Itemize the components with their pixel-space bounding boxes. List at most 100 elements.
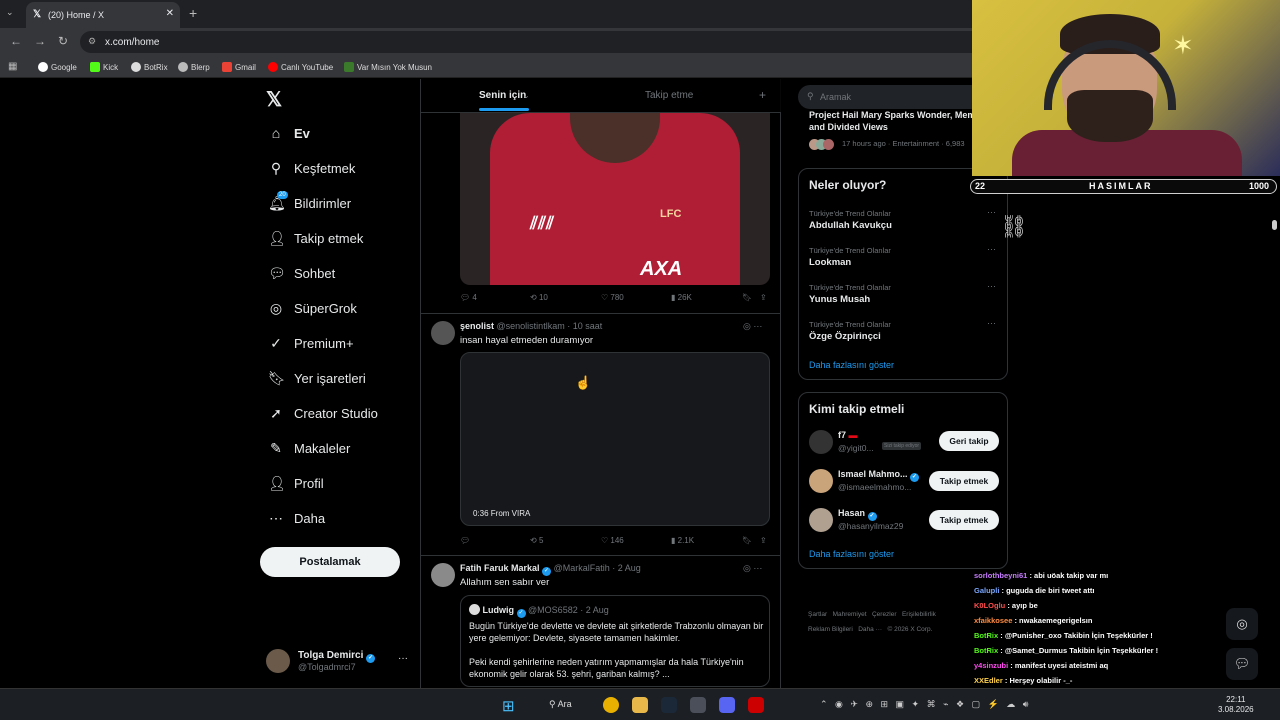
nav-bookmarks[interactable]: 🔖︎ Yer işaretleri (268, 370, 366, 396)
forward-icon[interactable]: → (34, 34, 46, 48)
more-icon[interactable]: ··· (398, 653, 408, 664)
footer-link[interactable]: Daha ··· (858, 626, 882, 633)
media-player-icon[interactable] (748, 697, 764, 713)
bookmark-icon[interactable]: 🔖︎ (742, 536, 752, 545)
footer-link[interactable]: Erişilebilirlik (902, 611, 936, 618)
trend-name[interactable]: Yunus Musah (809, 294, 870, 305)
nav-profile[interactable]: 👤︎ Profil (268, 475, 324, 501)
post-image[interactable]: ⫽⫽⫽ LFC AXA (460, 113, 770, 285)
avatar[interactable] (431, 563, 455, 587)
chat-username[interactable]: BotRix (974, 646, 998, 655)
chat-username[interactable]: Galupli (974, 586, 999, 595)
more-icon[interactable]: ··· (753, 321, 762, 331)
nav-home[interactable]: ⌂ Ev (268, 125, 310, 151)
avatar[interactable] (809, 508, 833, 532)
address-bar[interactable]: ⚙ x.com/home (80, 31, 1080, 53)
avatar[interactable] (431, 321, 455, 345)
share-icon[interactable]: ⇪ (760, 536, 767, 545)
nav-more[interactable]: ⋯ Daha (268, 510, 325, 536)
footer-link[interactable]: Çerezler (872, 611, 897, 618)
bookmark-gmail[interactable]: Gmail (222, 62, 256, 72)
taskbar-search[interactable]: ⚲ Ara (549, 699, 572, 710)
footer-link[interactable]: Şartlar (808, 611, 827, 618)
post-button[interactable]: Postalamak (260, 547, 400, 577)
show-more-link[interactable]: Daha fazlasını göster (809, 360, 894, 370)
clock[interactable]: 22:11 3.08.2026 (1218, 695, 1254, 715)
tab-following[interactable]: Takip etme (645, 90, 693, 101)
footer-link[interactable]: Reklam Bilgileri (808, 626, 853, 633)
author-name[interactable]: Fatih Faruk Markal (460, 563, 540, 573)
repost-button[interactable]: ⟲ 5 (530, 536, 543, 545)
discord-icon[interactable] (719, 697, 735, 713)
bookmark-var-misin[interactable]: Var Mısın Yok Musun (344, 62, 432, 72)
chat-username[interactable]: BotRix (974, 631, 998, 640)
bookmark-botrix[interactable]: BotRix (131, 62, 168, 72)
quoted-post[interactable]: Ludwig ✓ @MOS6582 · 2 Aug Bugün Türkiye'… (460, 595, 770, 687)
more-icon[interactable]: ··· (987, 207, 996, 217)
system-tray[interactable]: ⌃ ◉ ✈ ⊕ ⊞ ▣ ✦ ⌘ ⌁ ❖ ▢ ⚡ ☁ 🔊︎ (820, 699, 1028, 710)
views-button[interactable]: ▮ 26K (671, 293, 692, 302)
new-tab-icon[interactable]: + (189, 5, 197, 21)
bookmark-icon[interactable]: 🔖︎ (742, 293, 752, 302)
steam-icon[interactable] (661, 697, 677, 713)
trend-name[interactable]: Abdullah Kavukçu (809, 220, 892, 231)
more-icon[interactable]: ··· (987, 281, 996, 291)
chat-username[interactable]: K0LOglu (974, 601, 1005, 610)
follow-back-button[interactable]: Geri takip (939, 431, 999, 451)
file-explorer-icon[interactable] (632, 697, 648, 713)
tab-for-you[interactable]: Senin için (479, 90, 526, 101)
app-icon[interactable] (690, 697, 706, 713)
trend-name[interactable]: Özge Özpirinçci (809, 331, 881, 342)
reload-icon[interactable]: ↻ (58, 34, 68, 48)
footer-link[interactable]: Mahremiyet (833, 611, 867, 618)
follow-button[interactable]: Takip etmek (929, 510, 999, 530)
nav-notifications[interactable]: 🔔︎ 20 Bildirimler (268, 191, 351, 221)
repost-button[interactable]: ⟲ 10 (530, 293, 548, 302)
nav-creator-studio[interactable]: ➚ Creator Studio (268, 405, 378, 431)
bookmark-blerp[interactable]: Blerp (178, 62, 210, 72)
nav-explore[interactable]: ⚲ Keşfetmek (268, 160, 356, 186)
avatar[interactable] (809, 469, 833, 493)
chevron-down-icon[interactable]: ⌄ (523, 91, 530, 100)
chat-username[interactable]: xfaikkosee (974, 616, 1012, 625)
post-time[interactable]: 10 saat (573, 321, 603, 331)
messages-icon[interactable]: 💬︎ (1226, 648, 1258, 680)
more-icon[interactable]: ··· (753, 563, 762, 573)
views-button[interactable]: ▮ 2.1K (671, 536, 694, 545)
suggestion-name[interactable]: Hasan ✓ (838, 508, 877, 521)
reply-button[interactable]: 💬︎ (460, 536, 470, 545)
author-name[interactable]: şenolist (460, 321, 494, 331)
post-time[interactable]: 2 Aug (618, 563, 641, 573)
back-icon[interactable]: ← (10, 34, 22, 48)
bookmark-youtube[interactable]: Canlı YouTube (268, 62, 333, 72)
trend-name[interactable]: Lookman (809, 257, 851, 268)
more-icon[interactable]: ··· (987, 318, 996, 328)
reply-button[interactable]: 💬︎ 4 (460, 293, 477, 302)
chat-username[interactable]: sorlothbeyni61 (974, 571, 1027, 580)
avatar[interactable] (809, 430, 833, 454)
nav-follow[interactable]: 👤︎ Takip etmek (268, 230, 363, 256)
like-button[interactable]: ♡ 780 (601, 293, 624, 302)
scrollbar[interactable] (1272, 220, 1277, 230)
share-icon[interactable]: ⇪ (760, 293, 767, 302)
grok-icon[interactable]: ◎ (1226, 608, 1258, 640)
more-icon[interactable]: ··· (987, 244, 996, 254)
like-button[interactable]: ♡ 146 (601, 536, 624, 545)
tab-list-chevron-icon[interactable]: ⌄ (6, 7, 14, 18)
add-tab-icon[interactable]: + (759, 88, 766, 102)
nav-premium[interactable]: ✓ Premium+ (268, 335, 353, 361)
show-more-link[interactable]: Daha fazlasını göster (809, 549, 894, 559)
windows-start-icon[interactable]: ⊞ (502, 697, 515, 715)
suggestion-name[interactable]: Ismael Mahmo... ✓ (838, 469, 920, 482)
suggestion-name[interactable]: f7 ▬ (838, 430, 858, 440)
video-player[interactable]: ☝ 0:36 From VIRA (460, 352, 770, 526)
browser-tab[interactable]: 𝕏 (20) Home / X ✕ (26, 2, 180, 28)
apps-grid-icon[interactable]: ▦ (8, 61, 17, 72)
x-logo-icon[interactable]: 𝕏 (266, 87, 282, 112)
chat-username[interactable]: y4sinzubi (974, 661, 1008, 670)
bookmark-kick[interactable]: Kick (90, 62, 118, 72)
nav-grok[interactable]: ◎ SüperGrok (268, 300, 357, 326)
grok-icon[interactable]: ◎ (743, 321, 751, 331)
chat-username[interactable]: XXEdler (974, 676, 1003, 685)
news-headline[interactable]: Project Hail Mary Sparks Wonder, Memes, … (809, 109, 999, 133)
